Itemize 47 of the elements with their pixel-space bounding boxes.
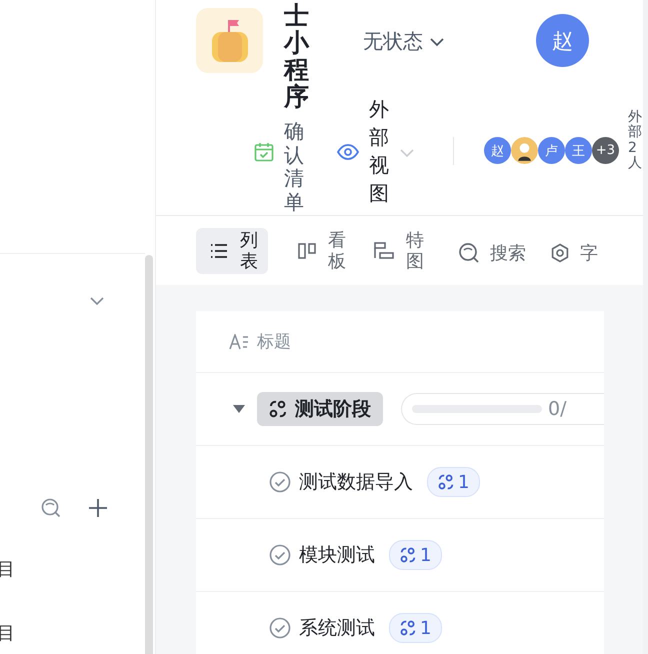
subtask-icon	[400, 547, 416, 563]
board-icon[interactable]	[298, 243, 316, 259]
subtask-icon	[400, 620, 416, 636]
settings-icon[interactable]	[550, 243, 570, 263]
member-count[interactable]: 外部2人	[628, 110, 642, 172]
member-avatar[interactable]: 赵	[484, 137, 511, 164]
progress-bar: 0/	[401, 393, 604, 425]
subtask-badge[interactable]: 1	[427, 467, 480, 497]
task-title[interactable]: 系统测试	[299, 615, 375, 641]
subtask-badge[interactable]: 1	[389, 540, 442, 570]
search-icon[interactable]	[458, 242, 480, 264]
view-tab[interactable]: 列表	[196, 228, 268, 274]
scrollbar[interactable]	[145, 255, 153, 654]
list-icon[interactable]	[210, 243, 228, 259]
fields-button[interactable]: 字	[550, 240, 598, 266]
member-avatar[interactable]: +3	[592, 137, 619, 164]
check-circle-icon[interactable]	[269, 544, 291, 566]
chevron-down-icon[interactable]	[429, 36, 445, 46]
member-avatar[interactable]	[511, 137, 538, 164]
column-header[interactable]: 标题	[257, 330, 291, 353]
text-field-icon	[229, 334, 249, 350]
project-logo-icon	[196, 8, 263, 73]
eye-icon[interactable]	[337, 144, 359, 160]
subtask-icon	[269, 400, 287, 418]
subtask-icon	[438, 474, 454, 490]
caret-icon[interactable]	[233, 404, 245, 414]
task-title[interactable]: 模块测试	[299, 542, 375, 568]
check-circle-icon[interactable]	[269, 617, 291, 639]
project-title: 士小程序	[284, 2, 309, 110]
task-title[interactable]: 测试数据导入	[299, 469, 413, 495]
user-avatar[interactable]: 赵	[536, 14, 589, 67]
group-tag[interactable]: 测试阶段	[257, 392, 383, 426]
check-circle-icon[interactable]	[269, 471, 291, 493]
member-avatar[interactable]: 王	[565, 137, 592, 164]
subtask-badge[interactable]: 1	[389, 613, 442, 643]
gantt-icon[interactable]	[374, 242, 394, 260]
member-avatar[interactable]: 卢	[538, 137, 565, 164]
search-button[interactable]: 搜索	[458, 240, 526, 266]
view-tab[interactable]: 特图	[360, 228, 434, 274]
calendar-check-icon[interactable]	[254, 142, 274, 162]
chevron-down-icon[interactable]	[89, 296, 105, 306]
plus-icon[interactable]	[88, 498, 108, 518]
search-icon[interactable]	[40, 497, 62, 519]
view-dropdown[interactable]: 外部视图	[369, 95, 389, 207]
checklist-label[interactable]: 确认清单	[284, 120, 304, 214]
view-tab[interactable]: 看板	[284, 228, 356, 274]
status-dropdown[interactable]: 无状态	[363, 28, 445, 55]
